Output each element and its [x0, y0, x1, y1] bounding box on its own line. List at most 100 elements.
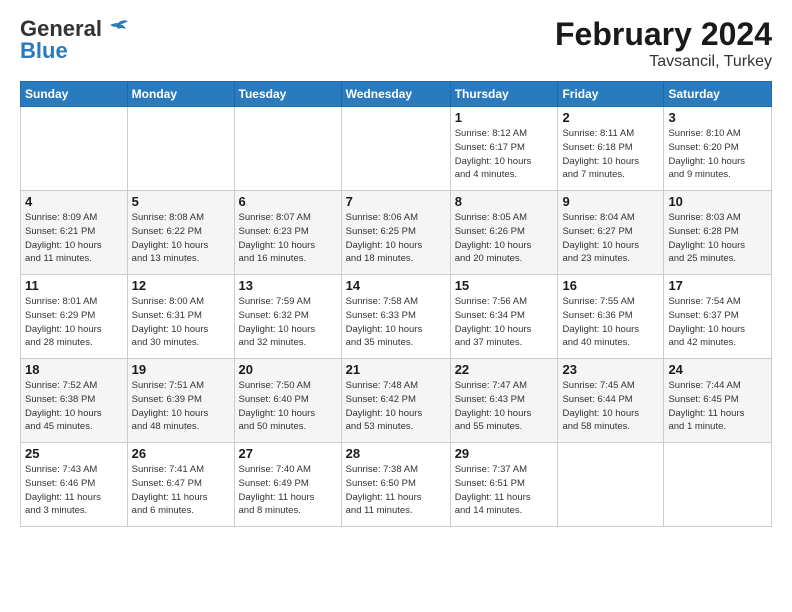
page: General Blue February 2024 Tavsancil, Tu…	[0, 0, 792, 612]
calendar-day-cell: 21 Sunrise: 7:48 AM Sunset: 6:42 PM Dayli…	[341, 359, 450, 443]
weekday-header: Monday	[127, 82, 234, 107]
weekday-header: Friday	[558, 82, 664, 107]
calendar-day-cell: 15 Sunrise: 7:56 AM Sunset: 6:34 PM Dayli…	[450, 275, 558, 359]
day-info: Sunrise: 8:00 AM Sunset: 6:31 PM Dayligh…	[132, 295, 230, 350]
title-block: February 2024 Tavsancil, Turkey	[555, 16, 772, 71]
calendar-day-cell: 5Sunrise: 8:08 AM Sunset: 6:22 PM Daylig…	[127, 191, 234, 275]
day-info: Sunrise: 7:40 AM Sunset: 6:49 PM Dayligh…	[239, 463, 337, 518]
calendar-day-cell	[341, 107, 450, 191]
day-info: Sunrise: 7:56 AM Sunset: 6:34 PM Dayligh…	[455, 295, 554, 350]
calendar-day-cell: 11Sunrise: 8:01 AM Sunset: 6:29 PM Dayli…	[21, 275, 128, 359]
day-info: Sunrise: 8:09 AM Sunset: 6:21 PM Dayligh…	[25, 211, 123, 266]
day-info: Sunrise: 8:04 AM Sunset: 6:27 PM Dayligh…	[562, 211, 659, 266]
calendar-week-row: 4 Sunrise: 8:09 AM Sunset: 6:21 PM Daylig…	[21, 191, 772, 275]
calendar-day-cell: 17 Sunrise: 7:54 AM Sunset: 6:37 PM Dayli…	[664, 275, 772, 359]
calendar-day-cell: 18 Sunrise: 7:52 AM Sunset: 6:38 PM Dayli…	[21, 359, 128, 443]
day-info: Sunrise: 7:55 AM Sunset: 6:36 PM Dayligh…	[562, 295, 659, 350]
day-number: 13	[239, 278, 337, 293]
day-number: 21	[346, 362, 446, 377]
day-info: Sunrise: 8:05 AM Sunset: 6:26 PM Dayligh…	[455, 211, 554, 266]
day-info: Sunrise: 8:01 AM Sunset: 6:29 PM Dayligh…	[25, 295, 123, 350]
day-info: Sunrise: 7:48 AM Sunset: 6:42 PM Dayligh…	[346, 379, 446, 434]
day-info: Sunrise: 8:08 AM Sunset: 6:22 PM Dayligh…	[132, 211, 230, 266]
day-number: 2	[562, 110, 659, 125]
calendar-day-cell: 2 Sunrise: 8:11 AM Sunset: 6:18 PM Daylig…	[558, 107, 664, 191]
day-info: Sunrise: 8:10 AM Sunset: 6:20 PM Dayligh…	[668, 127, 767, 182]
calendar-day-cell: 8 Sunrise: 8:05 AM Sunset: 6:26 PM Daylig…	[450, 191, 558, 275]
calendar-header-row: SundayMondayTuesdayWednesdayThursdayFrid…	[21, 82, 772, 107]
day-info: Sunrise: 8:06 AM Sunset: 6:25 PM Dayligh…	[346, 211, 446, 266]
logo: General Blue	[20, 16, 132, 64]
calendar-day-cell: 16Sunrise: 7:55 AM Sunset: 6:36 PM Dayli…	[558, 275, 664, 359]
calendar-day-cell: 23Sunrise: 7:45 AM Sunset: 6:44 PM Dayli…	[558, 359, 664, 443]
day-number: 26	[132, 446, 230, 461]
day-number: 12	[132, 278, 230, 293]
calendar-week-row: 18 Sunrise: 7:52 AM Sunset: 6:38 PM Dayli…	[21, 359, 772, 443]
day-number: 8	[455, 194, 554, 209]
day-number: 22	[455, 362, 554, 377]
location-subtitle: Tavsancil, Turkey	[555, 53, 772, 71]
calendar-day-cell: 6Sunrise: 8:07 AM Sunset: 6:23 PM Daylig…	[234, 191, 341, 275]
day-info: Sunrise: 7:54 AM Sunset: 6:37 PM Dayligh…	[668, 295, 767, 350]
calendar-table: SundayMondayTuesdayWednesdayThursdayFrid…	[20, 81, 772, 527]
month-title: February 2024	[555, 16, 772, 53]
calendar-day-cell: 3 Sunrise: 8:10 AM Sunset: 6:20 PM Daylig…	[664, 107, 772, 191]
calendar-day-cell: 14 Sunrise: 7:58 AM Sunset: 6:33 PM Dayli…	[341, 275, 450, 359]
logo-blue: Blue	[20, 38, 68, 64]
day-number: 20	[239, 362, 337, 377]
day-info: Sunrise: 7:44 AM Sunset: 6:45 PM Dayligh…	[668, 379, 767, 434]
calendar-day-cell: 9 Sunrise: 8:04 AM Sunset: 6:27 PM Daylig…	[558, 191, 664, 275]
calendar-day-cell: 1 Sunrise: 8:12 AM Sunset: 6:17 PM Daylig…	[450, 107, 558, 191]
day-number: 3	[668, 110, 767, 125]
day-info: Sunrise: 7:38 AM Sunset: 6:50 PM Dayligh…	[346, 463, 446, 518]
day-info: Sunrise: 7:51 AM Sunset: 6:39 PM Dayligh…	[132, 379, 230, 434]
calendar-day-cell: 13 Sunrise: 7:59 AM Sunset: 6:32 PM Dayli…	[234, 275, 341, 359]
day-info: Sunrise: 7:59 AM Sunset: 6:32 PM Dayligh…	[239, 295, 337, 350]
day-info: Sunrise: 7:41 AM Sunset: 6:47 PM Dayligh…	[132, 463, 230, 518]
logo-bird-icon	[104, 19, 132, 39]
header: General Blue February 2024 Tavsancil, Tu…	[20, 16, 772, 71]
calendar-day-cell: 26 Sunrise: 7:41 AM Sunset: 6:47 PM Dayli…	[127, 443, 234, 527]
calendar-day-cell: 10Sunrise: 8:03 AM Sunset: 6:28 PM Dayli…	[664, 191, 772, 275]
day-number: 14	[346, 278, 446, 293]
calendar-day-cell: 27 Sunrise: 7:40 AM Sunset: 6:49 PM Dayli…	[234, 443, 341, 527]
calendar-day-cell	[558, 443, 664, 527]
calendar-day-cell	[127, 107, 234, 191]
calendar-week-row: 25Sunrise: 7:43 AM Sunset: 6:46 PM Dayli…	[21, 443, 772, 527]
day-number: 25	[25, 446, 123, 461]
weekday-header: Saturday	[664, 82, 772, 107]
day-number: 28	[346, 446, 446, 461]
day-number: 1	[455, 110, 554, 125]
day-number: 15	[455, 278, 554, 293]
day-number: 18	[25, 362, 123, 377]
calendar-day-cell: 20 Sunrise: 7:50 AM Sunset: 6:40 PM Dayli…	[234, 359, 341, 443]
calendar-day-cell: 19 Sunrise: 7:51 AM Sunset: 6:39 PM Dayli…	[127, 359, 234, 443]
day-info: Sunrise: 7:47 AM Sunset: 6:43 PM Dayligh…	[455, 379, 554, 434]
day-info: Sunrise: 7:50 AM Sunset: 6:40 PM Dayligh…	[239, 379, 337, 434]
calendar-week-row: 11Sunrise: 8:01 AM Sunset: 6:29 PM Dayli…	[21, 275, 772, 359]
day-info: Sunrise: 7:37 AM Sunset: 6:51 PM Dayligh…	[455, 463, 554, 518]
day-number: 9	[562, 194, 659, 209]
day-info: Sunrise: 7:52 AM Sunset: 6:38 PM Dayligh…	[25, 379, 123, 434]
day-number: 29	[455, 446, 554, 461]
day-info: Sunrise: 7:45 AM Sunset: 6:44 PM Dayligh…	[562, 379, 659, 434]
weekday-header: Wednesday	[341, 82, 450, 107]
weekday-header: Tuesday	[234, 82, 341, 107]
calendar-day-cell: 28 Sunrise: 7:38 AM Sunset: 6:50 PM Dayli…	[341, 443, 450, 527]
day-number: 27	[239, 446, 337, 461]
calendar-day-cell: 29 Sunrise: 7:37 AM Sunset: 6:51 PM Dayli…	[450, 443, 558, 527]
calendar-day-cell	[234, 107, 341, 191]
calendar-day-cell	[664, 443, 772, 527]
day-number: 19	[132, 362, 230, 377]
day-number: 4	[25, 194, 123, 209]
day-info: Sunrise: 7:58 AM Sunset: 6:33 PM Dayligh…	[346, 295, 446, 350]
day-info: Sunrise: 8:11 AM Sunset: 6:18 PM Dayligh…	[562, 127, 659, 182]
calendar-day-cell: 12 Sunrise: 8:00 AM Sunset: 6:31 PM Dayli…	[127, 275, 234, 359]
day-info: Sunrise: 8:12 AM Sunset: 6:17 PM Dayligh…	[455, 127, 554, 182]
day-number: 24	[668, 362, 767, 377]
day-number: 17	[668, 278, 767, 293]
weekday-header: Thursday	[450, 82, 558, 107]
calendar-day-cell: 22 Sunrise: 7:47 AM Sunset: 6:43 PM Dayli…	[450, 359, 558, 443]
calendar-day-cell	[21, 107, 128, 191]
calendar-day-cell: 7Sunrise: 8:06 AM Sunset: 6:25 PM Daylig…	[341, 191, 450, 275]
